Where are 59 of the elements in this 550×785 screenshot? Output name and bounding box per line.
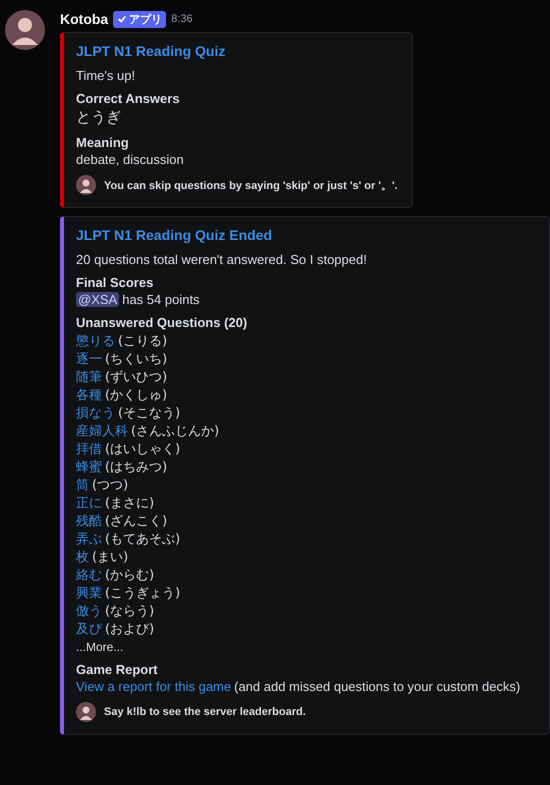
field-name: Unanswered Questions (20) xyxy=(76,315,248,330)
word-link[interactable]: 蜂蜜 xyxy=(76,458,102,476)
word-reading: (からむ) xyxy=(105,567,154,584)
word-link[interactable]: 逐一 xyxy=(76,350,102,368)
word-link[interactable]: 正に xyxy=(76,494,102,512)
more-text: ...More... xyxy=(76,640,124,654)
embed-title[interactable]: JLPT N1 Reading Quiz xyxy=(76,43,398,59)
author-name[interactable]: Kotoba xyxy=(60,11,108,27)
word-link[interactable]: 筒 xyxy=(76,476,89,494)
word-link[interactable]: 弄ぶ xyxy=(76,530,102,548)
word-reading: (つつ) xyxy=(92,477,128,494)
word-link[interactable]: 随筆 xyxy=(76,368,102,386)
word-reading: (こりる) xyxy=(118,333,168,350)
word-reading: (および) xyxy=(105,621,154,638)
word-reading: (まい) xyxy=(92,549,128,566)
word-link[interactable]: 懲りる xyxy=(76,332,115,350)
field-value: とうぎ xyxy=(76,108,122,127)
check-icon xyxy=(117,14,128,24)
word-link[interactable]: 拝借 xyxy=(76,440,102,458)
app-badge: アプリ xyxy=(113,10,166,28)
word-link[interactable]: 興業 xyxy=(76,584,102,602)
footer-text: Say k!lb to see the server leaderboard. xyxy=(104,706,306,718)
score-text: has 54 points xyxy=(122,292,200,307)
field-name: Game Report xyxy=(76,662,159,677)
user-mention[interactable]: @XSA xyxy=(76,292,120,307)
word-reading: (かくしゅ) xyxy=(105,387,168,404)
word-reading: (はちみつ) xyxy=(105,459,168,476)
word-link[interactable]: 及び xyxy=(76,620,102,638)
word-link[interactable]: 各種 xyxy=(76,386,102,404)
word-reading: (さんふじんか) xyxy=(131,423,220,440)
footer-avatar xyxy=(76,702,96,722)
field-name: Correct Answers xyxy=(76,91,181,106)
report-link[interactable]: View a report for this game xyxy=(76,679,232,694)
word-reading: (はいしゃく) xyxy=(105,441,180,458)
word-link[interactable]: 倣う xyxy=(76,602,102,620)
word-link[interactable]: 絡む xyxy=(76,566,102,584)
word-reading: (ずいひつ) xyxy=(105,369,168,386)
word-reading: (そこなう) xyxy=(118,405,180,422)
avatar[interactable] xyxy=(5,10,45,50)
word-reading: (ちくいち) xyxy=(105,351,168,368)
word-link[interactable]: 産婦人科 xyxy=(76,422,128,440)
word-link[interactable]: 枚 xyxy=(76,548,89,566)
word-reading: (もてあそぶ) xyxy=(105,531,180,548)
footer-avatar xyxy=(76,175,96,195)
field-value: debate, discussion xyxy=(76,152,185,167)
word-reading: (まさに) xyxy=(105,495,154,512)
footer-text: You can skip questions by saying 'skip' or just 's' or '。'. xyxy=(104,178,398,192)
field-name: Meaning xyxy=(76,135,130,150)
word-link[interactable]: 損なう xyxy=(76,404,115,422)
embed-title[interactable]: JLPT N1 Reading Quiz Ended xyxy=(76,227,543,243)
field-name: Final Scores xyxy=(76,275,154,290)
embed-description: Time's up! xyxy=(76,68,136,83)
word-reading: (ざんこく) xyxy=(105,513,168,530)
word-reading: (ならう) xyxy=(105,603,154,620)
word-reading: (こうぎょう) xyxy=(105,585,180,602)
embed-description: 20 questions total weren't answered. So I stopped! xyxy=(76,252,368,267)
report-note: (and add missed questions to your custom decks) xyxy=(234,679,520,694)
word-link[interactable]: 残酷 xyxy=(76,512,102,530)
timestamp: 8:36 xyxy=(171,13,193,25)
